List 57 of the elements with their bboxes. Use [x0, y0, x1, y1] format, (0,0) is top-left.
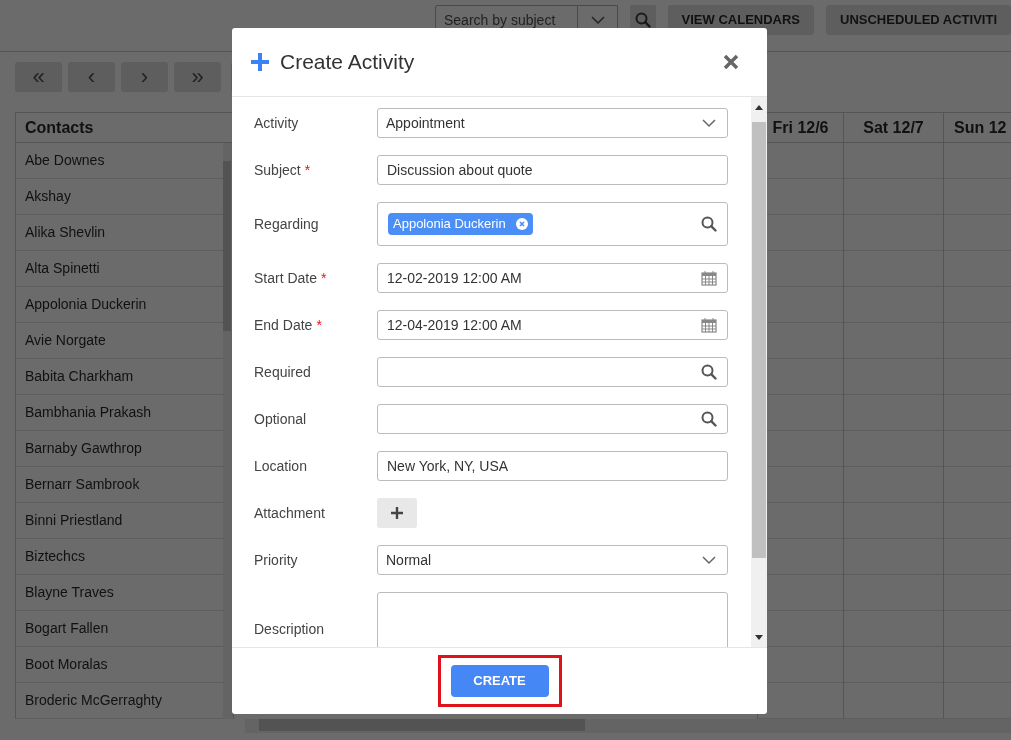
chevron-down-icon: [589, 15, 606, 25]
field-label: Start Date: [254, 268, 318, 288]
tag-text: Appolonia Duckerin: [393, 215, 506, 234]
dropdown-field[interactable]: Appointment: [377, 108, 728, 138]
field-label: Location: [254, 456, 307, 476]
field-value: 12-02-2019 12:00 AM: [386, 268, 522, 288]
field-label: Activity: [254, 113, 299, 133]
nav-button[interactable]: «: [15, 62, 62, 92]
lookup-field[interactable]: Appolonia Duckerin: [377, 202, 728, 246]
add-attachment-button[interactable]: [377, 498, 417, 528]
lookup-field[interactable]: [377, 404, 728, 434]
toolbar-button[interactable]: UNSCHEDULED ACTIVITI: [826, 5, 1011, 35]
dropdown-field[interactable]: Normal: [377, 545, 728, 575]
required-mark: *: [321, 268, 327, 288]
field-value: Normal: [386, 550, 432, 570]
arrow-down-icon[interactable]: [755, 634, 763, 640]
column-header: Sat 12/7: [844, 113, 943, 143]
date-field[interactable]: 12-02-2019 12:00 AM: [377, 263, 728, 293]
required-mark: *: [304, 160, 311, 180]
field-label: Subject: [254, 160, 301, 180]
column-header: Sun 12: [944, 113, 1011, 143]
arrow-up-icon[interactable]: [755, 104, 763, 110]
field-label: End Date: [254, 315, 313, 335]
field-label: Attachment: [254, 503, 325, 523]
create-button[interactable]: CREATE: [450, 665, 549, 697]
close-button[interactable]: [723, 54, 739, 70]
field-value: Appointment: [386, 113, 465, 133]
field-label: Optional: [254, 409, 307, 429]
nav-button[interactable]: ‹: [68, 62, 115, 92]
remove-icon[interactable]: [515, 218, 528, 230]
search-icon: [701, 364, 717, 380]
field-value: New York, NY, USA: [386, 456, 509, 476]
date-field[interactable]: 12-04-2019 12:00 AM: [377, 310, 728, 340]
plus-icon: [391, 507, 403, 519]
text-field[interactable]: New York, NY, USA: [377, 451, 728, 481]
plus-icon: [250, 52, 270, 72]
search-icon: [701, 411, 717, 427]
chevron-down-icon: [701, 555, 717, 565]
field-value: Discussion about quote: [386, 160, 533, 180]
chevron-down-icon: [701, 118, 717, 128]
text-field[interactable]: Discussion about quote: [377, 155, 728, 185]
nav-button[interactable]: »: [174, 62, 221, 92]
field-label: Priority: [254, 550, 298, 570]
search-icon: [634, 12, 651, 28]
dialog-title: Create Activity: [280, 49, 415, 76]
required-mark: *: [316, 315, 322, 335]
nav-button[interactable]: ›: [121, 62, 168, 92]
field-label: Description: [254, 620, 325, 639]
search-icon: [701, 216, 717, 232]
field-label: Regarding: [254, 214, 319, 234]
close-icon: [723, 54, 739, 70]
calendar-icon: [701, 317, 717, 333]
calendar-icon: [701, 270, 717, 286]
tag-chip[interactable]: Appolonia Duckerin: [388, 213, 533, 235]
field-value: 12-04-2019 12:00 AM: [386, 315, 522, 335]
field-label: Required: [254, 362, 311, 382]
lookup-field[interactable]: [377, 357, 728, 387]
